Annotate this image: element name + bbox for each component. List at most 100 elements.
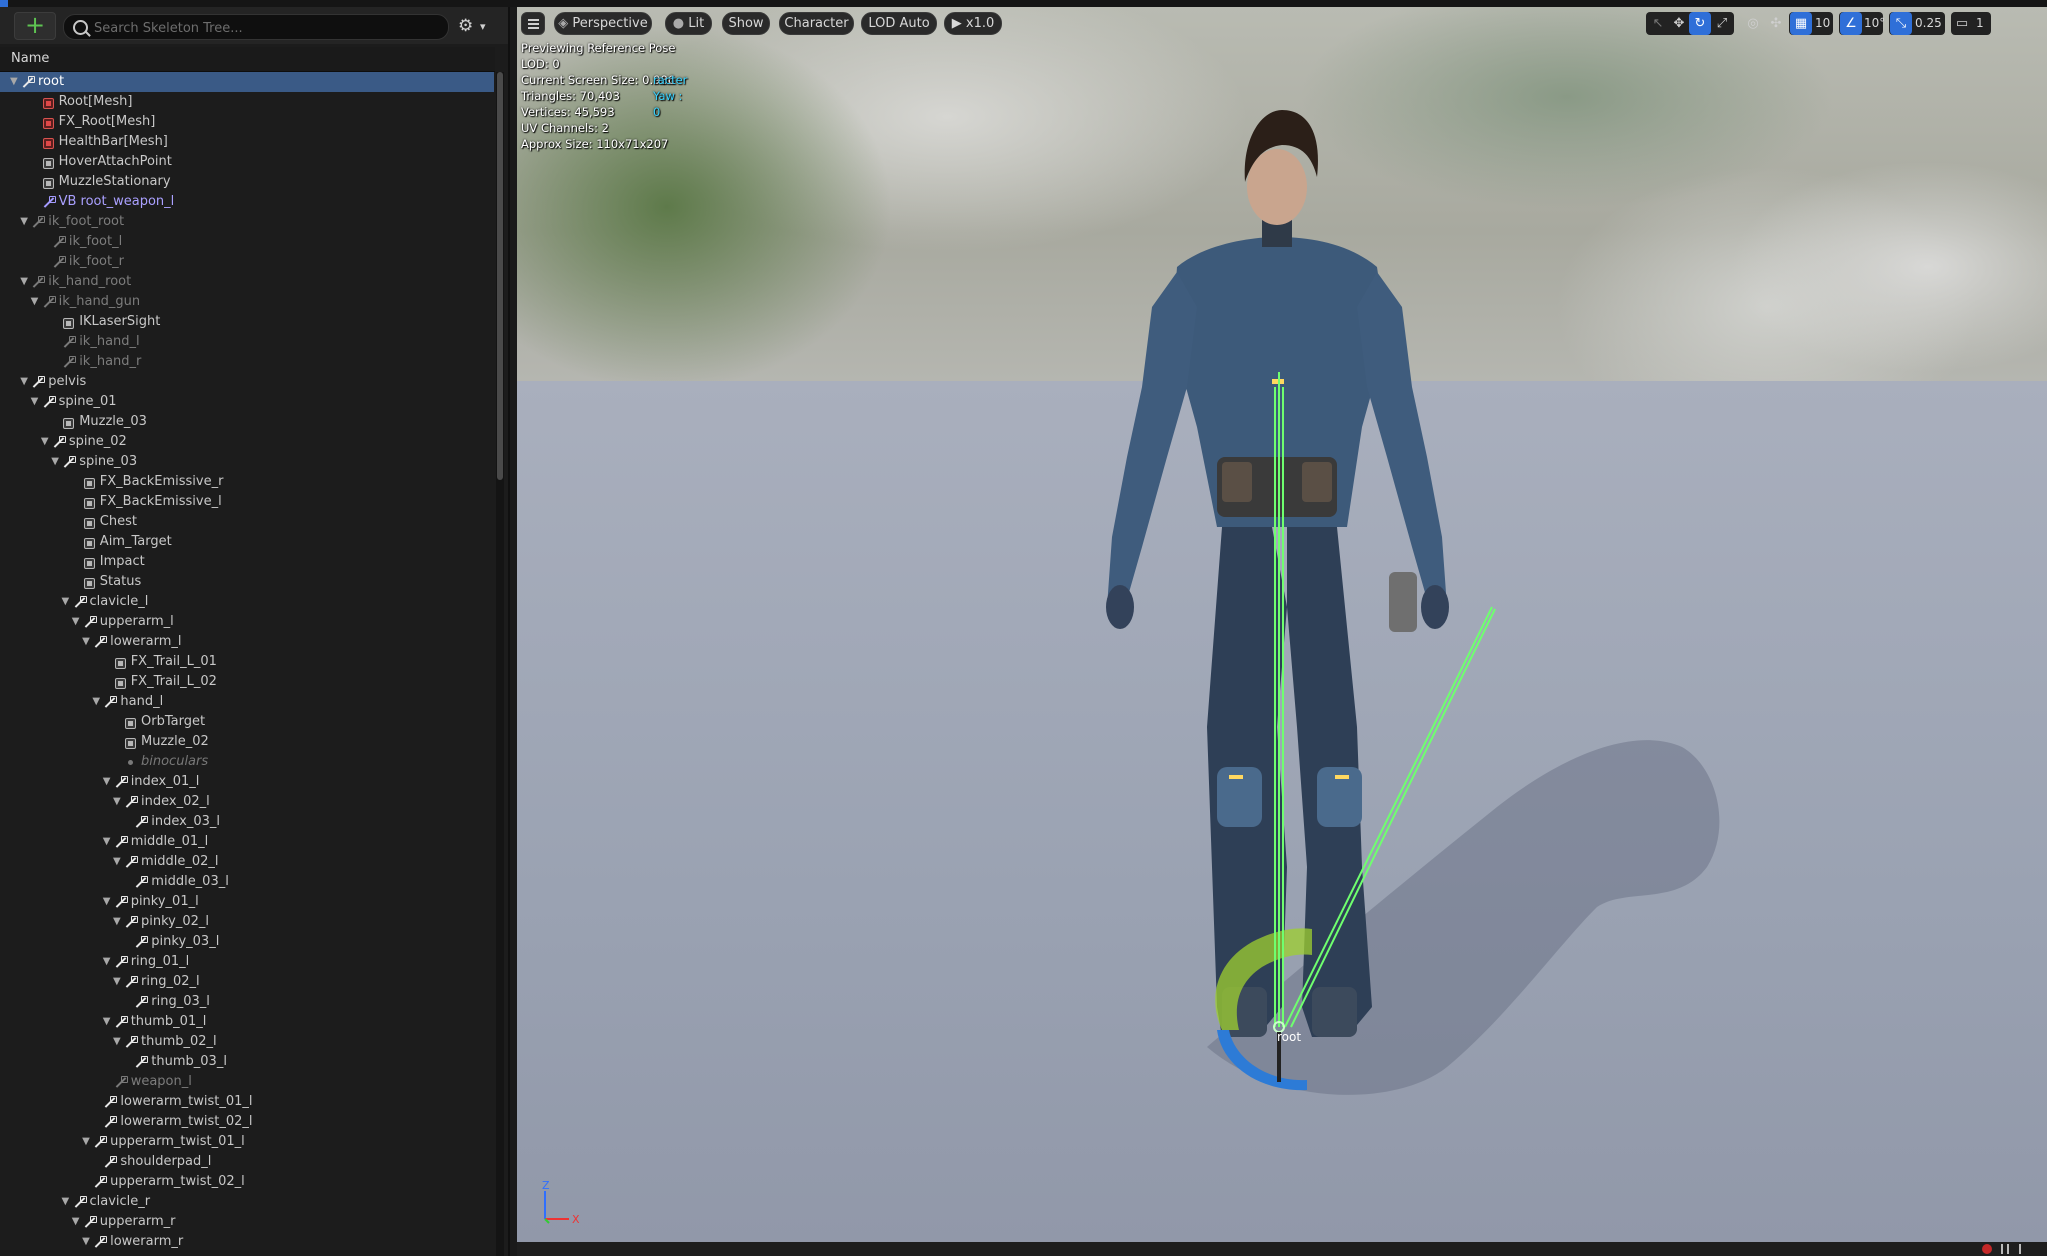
tree-row[interactable]: ▼ ring_01_l — [0, 952, 494, 972]
grid-snap-value[interactable]: 10 — [1815, 12, 1830, 35]
tree-row[interactable]: Root[Mesh] — [0, 92, 494, 112]
expand-chevron-icon[interactable]: ▼ — [113, 972, 125, 992]
record-icon[interactable] — [1982, 1244, 1992, 1254]
tree-row[interactable]: HoverAttachPoint — [0, 152, 494, 172]
expand-chevron-icon[interactable]: ▼ — [10, 72, 22, 92]
tree-row[interactable]: ring_03_l — [0, 992, 494, 1012]
tree-row[interactable]: binoculars — [0, 752, 494, 772]
expand-chevron-icon[interactable]: ▼ — [103, 1012, 115, 1032]
tree-row[interactable]: ▼ thumb_01_l — [0, 1012, 494, 1032]
scale-snap-value[interactable]: 0.25 — [1915, 12, 1942, 35]
tree-row[interactable]: pinky_03_l — [0, 932, 494, 952]
tree-row[interactable]: FX_BackEmissive_l — [0, 492, 494, 512]
tree-row[interactable]: ▼ clavicle_r — [0, 1192, 494, 1212]
lit-button[interactable]: ● Lit — [665, 12, 712, 35]
tree-row[interactable]: thumb_03_l — [0, 1052, 494, 1072]
rotation-snap-value[interactable]: 10° — [1864, 12, 1885, 35]
tree-row[interactable]: Aim_Target — [0, 532, 494, 552]
scrollbar-thumb[interactable] — [497, 72, 503, 480]
search-box[interactable] — [63, 14, 449, 40]
tree-row[interactable]: ik_hand_l — [0, 332, 494, 352]
viewport-menu-button[interactable] — [521, 12, 545, 35]
tree-row[interactable]: lowerarm_twist_02_l — [0, 1112, 494, 1132]
character-button[interactable]: Character — [779, 12, 854, 35]
tree-row[interactable]: ▼ spine_03 — [0, 452, 494, 472]
play-speed-button[interactable]: ▶ x1.0 — [944, 12, 1002, 35]
expand-chevron-icon[interactable]: ▼ — [103, 772, 115, 792]
tree-row[interactable]: ▼ lowerarm_l — [0, 632, 494, 652]
tree-row[interactable]: Status — [0, 572, 494, 592]
tree-row[interactable]: ▼ thumb_02_l — [0, 1032, 494, 1052]
expand-chevron-icon[interactable]: ▼ — [62, 592, 74, 612]
tree-row[interactable]: ▼ ik_hand_gun — [0, 292, 494, 312]
camera-speed-value[interactable]: 1 — [1976, 12, 1984, 35]
settings-button[interactable]: ⚙ ▾ — [458, 15, 496, 37]
tree-row[interactable]: ▼ ring_02_l — [0, 972, 494, 992]
tree-row[interactable]: Muzzle_03 — [0, 412, 494, 432]
tree-row[interactable]: ▼ ik_hand_root — [0, 272, 494, 292]
show-button[interactable]: Show — [722, 12, 770, 35]
tree-row[interactable]: VB root_weapon_l — [0, 192, 494, 212]
viewport[interactable]: root ◈ Perspective ● Lit Show Character … — [517, 7, 2047, 1242]
tree-row[interactable]: ▼ index_02_l — [0, 792, 494, 812]
tree-row[interactable]: ▼ ik_foot_root — [0, 212, 494, 232]
expand-chevron-icon[interactable]: ▼ — [113, 792, 125, 812]
tree-row[interactable]: ik_hand_r — [0, 352, 494, 372]
tree-row[interactable]: ▼ index_01_l — [0, 772, 494, 792]
expand-chevron-icon[interactable]: ▼ — [41, 432, 53, 452]
expand-chevron-icon[interactable]: ▼ — [31, 292, 43, 312]
tree-row[interactable]: ▼ root — [0, 72, 494, 92]
angle-snap-icon[interactable]: ∠ — [1840, 12, 1862, 35]
tree-row[interactable]: ▼ lowerarm_r — [0, 1232, 494, 1252]
tree-row[interactable]: ▼ pinky_02_l — [0, 912, 494, 932]
expand-chevron-icon[interactable]: ▼ — [113, 912, 125, 932]
pause-icon[interactable] — [2001, 1244, 2003, 1254]
expand-chevron-icon[interactable]: ▼ — [82, 632, 94, 652]
surface-snap-icon[interactable]: ✣ — [1765, 12, 1787, 35]
translate-icon[interactable]: ✥ — [1668, 12, 1690, 35]
tree-row[interactable]: ik_foot_l — [0, 232, 494, 252]
tree-row[interactable]: ▼ upperarm_l — [0, 612, 494, 632]
expand-chevron-icon[interactable]: ▼ — [103, 952, 115, 972]
tree-row[interactable]: ▼ clavicle_l — [0, 592, 494, 612]
lod-button[interactable]: LOD Auto — [861, 12, 937, 35]
expand-chevron-icon[interactable]: ▼ — [20, 372, 32, 392]
camera-icon[interactable]: ▭ — [1951, 12, 1973, 35]
tree-row[interactable]: ▼ spine_02 — [0, 432, 494, 452]
expand-chevron-icon[interactable]: ▼ — [20, 272, 32, 292]
expand-chevron-icon[interactable]: ▼ — [31, 392, 43, 412]
local-space-icon[interactable]: ◎ — [1742, 12, 1764, 35]
select-icon[interactable]: ↖ — [1647, 12, 1669, 35]
tree-row[interactable]: FX_BackEmissive_r — [0, 472, 494, 492]
tree-row[interactable]: Impact — [0, 552, 494, 572]
expand-chevron-icon[interactable]: ▼ — [103, 892, 115, 912]
tree-row[interactable]: FX_Root[Mesh] — [0, 112, 494, 132]
scale-snap-icon[interactable]: ⤡ — [1890, 12, 1912, 35]
column-header-name[interactable]: Name — [0, 47, 495, 72]
expand-chevron-icon[interactable]: ▼ — [113, 1032, 125, 1052]
rotate-icon[interactable]: ↻ — [1689, 12, 1711, 35]
tree-row[interactable]: ▼ middle_02_l — [0, 852, 494, 872]
expand-chevron-icon[interactable]: ▼ — [20, 212, 32, 232]
perspective-button[interactable]: ◈ Perspective — [554, 12, 652, 35]
tree-row[interactable]: ▼ middle_01_l — [0, 832, 494, 852]
tree-row[interactable]: ik_foot_r — [0, 252, 494, 272]
tree-row[interactable]: ▼ hand_l — [0, 692, 494, 712]
grid-snap-icon[interactable]: ▦ — [1790, 12, 1812, 35]
tree-row[interactable]: ▼ pinky_01_l — [0, 892, 494, 912]
expand-chevron-icon[interactable]: ▼ — [82, 1232, 94, 1252]
tree-row[interactable]: ▼ pelvis — [0, 372, 494, 392]
tree-row[interactable]: ▼ spine_01 — [0, 392, 494, 412]
expand-chevron-icon[interactable]: ▼ — [72, 1212, 84, 1232]
expand-chevron-icon[interactable]: ▼ — [51, 452, 63, 472]
expand-chevron-icon[interactable]: ▼ — [92, 692, 104, 712]
expand-chevron-icon[interactable]: ▼ — [72, 612, 84, 632]
tree-row[interactable]: ▼ upperarm_twist_01_l — [0, 1132, 494, 1152]
step-icon[interactable] — [2019, 1244, 2021, 1254]
tree-row[interactable]: HealthBar[Mesh] — [0, 132, 494, 152]
tree-row[interactable]: shoulderpad_l — [0, 1152, 494, 1172]
search-input[interactable] — [92, 17, 436, 39]
tree-row[interactable]: IKLaserSight — [0, 312, 494, 332]
tree-row[interactable]: middle_03_l — [0, 872, 494, 892]
expand-chevron-icon[interactable]: ▼ — [103, 832, 115, 852]
